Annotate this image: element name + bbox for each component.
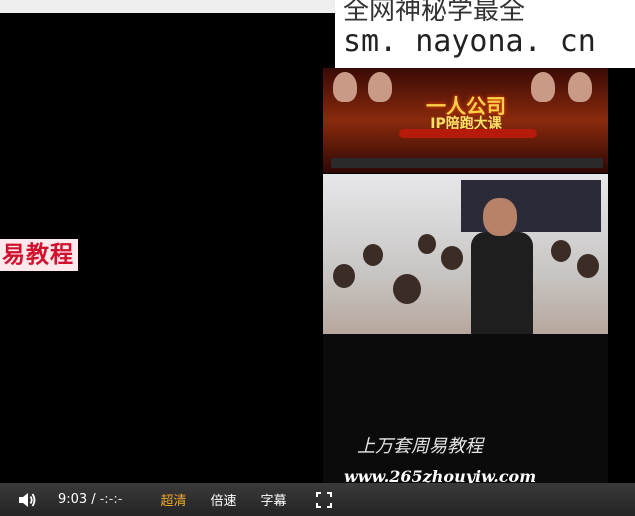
banner-tagline	[399, 129, 537, 138]
video-watermark-line1: 上万套周易教程	[357, 436, 483, 457]
quality-button[interactable]: 超清	[160, 490, 186, 509]
corner-watermark-line2: sm. nayona. cn	[343, 24, 596, 59]
classroom-photo	[323, 174, 608, 334]
volume-icon[interactable]	[16, 489, 38, 511]
banner-face	[531, 72, 555, 102]
subtitle-button[interactable]: 字幕	[260, 490, 286, 509]
taskbar-dock	[331, 158, 603, 168]
speaker	[471, 232, 533, 334]
time-separator: /	[91, 492, 96, 507]
audience-head	[333, 264, 355, 288]
speed-button[interactable]: 倍速	[210, 490, 236, 509]
audience-head	[418, 234, 436, 254]
corner-watermark: 全网神秘学最全 sm. nayona. cn	[335, 0, 635, 68]
audience-head	[393, 274, 421, 304]
player-control-bar: 9:03/-:-:- 超清 倍速 字幕	[0, 483, 635, 516]
audience-head	[577, 254, 599, 278]
audience-head	[551, 240, 571, 262]
duration: -:-:-	[99, 492, 123, 507]
banner-face	[368, 72, 392, 102]
course-banner: 一人公司 IP陪跑大课	[323, 68, 608, 173]
banner-face	[333, 72, 357, 102]
audience-head	[441, 246, 463, 270]
video-lower-area	[323, 334, 608, 484]
current-time: 9:03	[58, 492, 88, 507]
corner-watermark-line1: 全网神秘学最全	[343, 0, 526, 26]
speaker-head	[483, 198, 517, 236]
top-strip	[0, 0, 335, 13]
left-watermark: 易教程	[0, 239, 78, 271]
projector-screen	[461, 180, 601, 232]
time-display: 9:03/-:-:-	[58, 492, 122, 507]
audience-head	[363, 244, 383, 266]
fullscreen-icon[interactable]	[316, 491, 333, 508]
banner-face	[568, 72, 592, 102]
